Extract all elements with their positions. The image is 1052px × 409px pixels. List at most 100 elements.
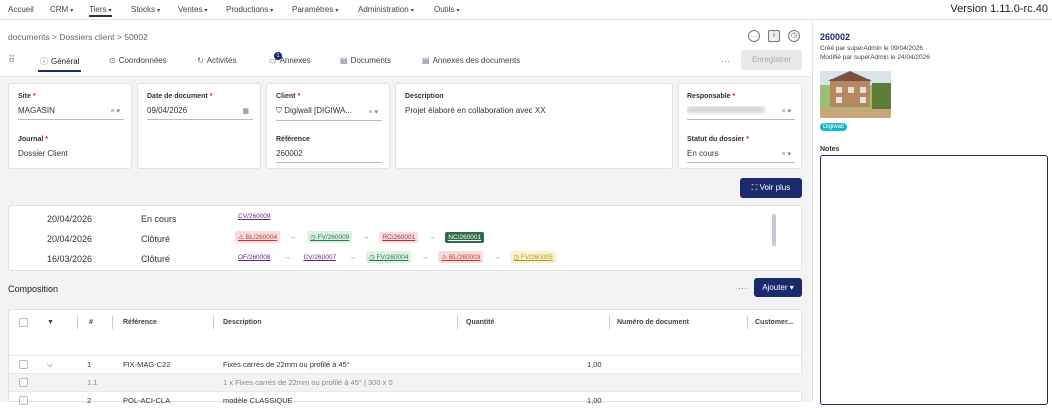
nav-crm[interactable]: CRM ▾ bbox=[50, 5, 73, 14]
column-header[interactable]: Numéro de document bbox=[617, 310, 689, 335]
table-row[interactable]: 2 POL-ACI-CLA modèle CLASSIQUE 1,00 bbox=[9, 391, 803, 409]
site-journal-card: Site * MAGASIN × ▾ Journal * Dossier Clien… bbox=[8, 83, 132, 169]
document-header: documents > Dossiers client > 50002 … i … bbox=[0, 21, 811, 77]
date-card: Date de document * 09/04/2026 ▦ bbox=[137, 83, 261, 169]
sort-icon[interactable]: ▼ bbox=[47, 310, 54, 335]
clear-chevron-icon[interactable]: × ▾ bbox=[781, 150, 791, 158]
responsable-value[interactable] bbox=[687, 106, 795, 120]
date-field[interactable]: Date de document * 09/04/2026 ▦ bbox=[147, 93, 253, 120]
row-checkbox[interactable] bbox=[19, 360, 28, 369]
chevron-down-icon: ▾ bbox=[456, 8, 460, 14]
document-chip[interactable]: ◷ FV/260004 bbox=[366, 251, 412, 263]
document-chip[interactable]: NC/260001 bbox=[445, 231, 485, 243]
document-chip[interactable]: ◷ FV/260009 bbox=[307, 231, 353, 243]
nav-parametres[interactable]: Paramètres ▾ bbox=[292, 5, 338, 14]
chevron-down-icon: ▾ bbox=[789, 283, 794, 292]
save-button[interactable]: Enregistrer bbox=[741, 50, 802, 70]
info-icon[interactable]: i bbox=[768, 30, 780, 42]
composition-more-button[interactable]: ··· bbox=[738, 283, 747, 293]
history-clock-icon[interactable]: ◷ bbox=[788, 30, 800, 42]
timeline-row: 20/04/2026 En cours CV/260009 bbox=[9, 209, 769, 229]
journal-field: Journal * Dossier Client bbox=[18, 136, 124, 162]
column-header[interactable]: Quantité bbox=[466, 310, 494, 335]
client-field[interactable]: Client * ⛉ Digiwall [DIGIWA... × ▾ bbox=[276, 93, 382, 121]
journal-value: Dossier Client bbox=[18, 149, 68, 158]
description-value[interactable]: Projet élaboré en collaboration avec XX bbox=[405, 106, 665, 119]
client-value[interactable]: ⛉ Digiwall [DIGIWA... bbox=[276, 106, 382, 121]
redacted-value bbox=[687, 106, 765, 113]
document-chip[interactable]: ◷ FV/260005 bbox=[510, 251, 556, 263]
description-card: Description Projet élaboré en collaborat… bbox=[395, 83, 673, 169]
nav-outils[interactable]: Outils ▾ bbox=[434, 5, 459, 14]
grid-menu-icon[interactable]: ⠿ bbox=[8, 55, 15, 66]
reference-value[interactable]: 260002 bbox=[276, 149, 382, 163]
notes-textarea[interactable] bbox=[820, 155, 1048, 405]
reference-field[interactable]: Référence 260002 bbox=[276, 136, 382, 163]
breadcrumb[interactable]: documents > Dossiers client > 50002 bbox=[8, 32, 148, 42]
timeline-scrollbar[interactable] bbox=[772, 214, 776, 246]
document-chip[interactable]: RC/260001 bbox=[379, 231, 419, 243]
clear-chevron-icon[interactable]: × ▾ bbox=[781, 107, 791, 115]
expand-icon: ⛶ bbox=[751, 183, 760, 192]
select-all-checkbox[interactable] bbox=[19, 318, 28, 327]
nav-stocks[interactable]: Stocks ▾ bbox=[131, 5, 160, 14]
more-options-button[interactable]: ··· bbox=[721, 56, 730, 66]
composition-title: Composition bbox=[8, 284, 59, 294]
row-checkbox[interactable] bbox=[19, 378, 28, 387]
tab-general[interactable]: ⓘ Général bbox=[37, 56, 82, 72]
nav-administration[interactable]: Administration ▾ bbox=[358, 5, 414, 14]
document-chip[interactable]: ⚠ BL/260004 bbox=[235, 231, 281, 243]
statut-value[interactable]: En cours bbox=[687, 149, 795, 163]
nav-ventes[interactable]: Ventes ▾ bbox=[178, 5, 207, 14]
date-value[interactable]: 09/04/2026 bbox=[147, 106, 253, 120]
column-header[interactable]: Référence bbox=[123, 310, 157, 335]
description-field[interactable]: Description Projet élaboré en collaborat… bbox=[405, 93, 665, 119]
document-chip[interactable]: CV/260007 bbox=[301, 252, 340, 263]
chevron-down-icon: ▾ bbox=[204, 8, 208, 14]
document-number: 260002 bbox=[820, 32, 851, 42]
tab-coordonnees[interactable]: ⊙ Coordonnées bbox=[109, 56, 167, 65]
calendar-icon[interactable]: ▦ bbox=[242, 107, 249, 115]
row-checkbox[interactable] bbox=[19, 396, 28, 405]
tab-documents[interactable]: ▤ Documents bbox=[340, 56, 391, 65]
responsable-field[interactable]: Responsable * × ▾ bbox=[687, 93, 795, 120]
nav-productions[interactable]: Productions ▾ bbox=[226, 5, 273, 14]
chevron-down-icon[interactable]: ⌵ bbox=[47, 360, 53, 370]
arrow-right-icon: → bbox=[349, 253, 357, 261]
property-photo[interactable] bbox=[820, 71, 891, 118]
info-circle-icon: ⓘ bbox=[40, 57, 48, 66]
timeline-row: 20/04/2026 Clôturé ⚠ BL/260004 ← ◷ FV/26… bbox=[9, 229, 769, 249]
nav-accueil[interactable]: Accueil bbox=[8, 5, 34, 14]
annexes-count-badge: 1 bbox=[274, 52, 282, 60]
voir-plus-button[interactable]: ⛶ Voir plus bbox=[740, 178, 802, 198]
clear-chevron-icon[interactable]: × ▾ bbox=[110, 107, 120, 115]
nav-tiers[interactable]: Tiers ▾ bbox=[89, 5, 112, 17]
document-icon: ▤ bbox=[422, 56, 430, 65]
statut-field[interactable]: Statut du dossier * En cours × ▾ bbox=[687, 136, 795, 163]
table-row[interactable]: 1.1 1 x Fixes carrés de 22mm ou profilé … bbox=[9, 373, 803, 391]
chat-icon[interactable]: … bbox=[748, 30, 760, 42]
timeline-row: 16/03/2026 Clôturé OF/260008 → CV/260007… bbox=[9, 249, 769, 269]
chevron-down-icon: ▾ bbox=[410, 8, 414, 14]
app-version: Version 1.11.0-rc.40 bbox=[950, 3, 1048, 15]
document-chip[interactable]: OF/260008 bbox=[235, 252, 274, 263]
tab-activites[interactable]: ↻ Activités bbox=[197, 56, 237, 65]
arrow-right-icon: → bbox=[421, 253, 429, 261]
chevron-down-icon: ▾ bbox=[270, 8, 274, 14]
location-pin-icon: ⊙ bbox=[109, 56, 116, 65]
tab-annexes-documents[interactable]: ▤ Annexes des documents bbox=[422, 56, 520, 65]
column-header[interactable]: Customer... bbox=[755, 310, 793, 335]
client-tag: Digiwall bbox=[820, 123, 847, 131]
composition-table: ▼ # Référence Description Quantité Numér… bbox=[8, 309, 803, 405]
table-row[interactable]: ⌵ 1 FIX-MAG-C22 Fixes carrés de 22mm ou … bbox=[9, 355, 803, 373]
site-field[interactable]: Site * MAGASIN × ▾ bbox=[18, 93, 124, 120]
document-chip[interactable]: ⚠ BL/260003 bbox=[438, 251, 484, 263]
column-header[interactable]: Description bbox=[223, 310, 262, 335]
document-chip[interactable]: CV/260009 bbox=[235, 211, 274, 222]
clear-chevron-icon[interactable]: × ▾ bbox=[368, 108, 378, 116]
main-panel: documents > Dossiers client > 50002 … i … bbox=[0, 21, 811, 405]
site-value[interactable]: MAGASIN bbox=[18, 106, 124, 120]
ajouter-button[interactable]: Ajouter ▾ bbox=[754, 278, 802, 297]
column-header[interactable]: # bbox=[89, 310, 93, 335]
arrow-right-icon: → bbox=[362, 233, 370, 241]
